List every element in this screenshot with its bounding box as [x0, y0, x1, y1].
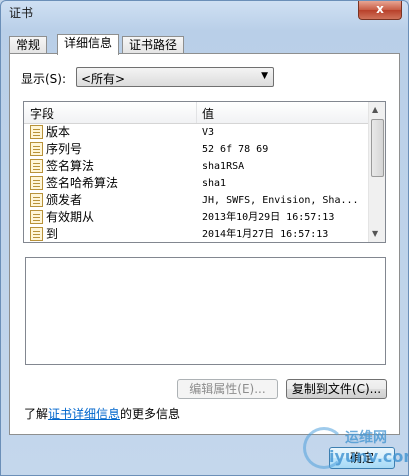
- scroll-down-arrow-icon[interactable]: ▼: [372, 229, 378, 238]
- edit-properties-button[interactable]: 编辑属性(E)...: [177, 379, 278, 399]
- learn-more-suffix: 的更多信息: [120, 407, 181, 421]
- field-value: 52 6f 78 69: [202, 144, 269, 155]
- learn-more-prefix: 了解: [24, 407, 49, 421]
- chevron-down-icon: ▼: [261, 71, 268, 81]
- list-item[interactable]: 到 2014年1月27日 16:57:13: [24, 226, 368, 242]
- tab-certification-path[interactable]: 证书路径: [122, 36, 185, 54]
- copy-to-file-button[interactable]: 复制到文件(C)...: [286, 379, 387, 399]
- tab-details[interactable]: 详细信息: [57, 34, 120, 55]
- certificate-field-icon: [30, 125, 43, 139]
- field-value: 2014年1月27日 16:57:13: [202, 229, 329, 240]
- field-name: 签名算法: [46, 159, 95, 173]
- field-name: 有效期从: [46, 210, 95, 224]
- certificate-field-icon: [30, 193, 43, 207]
- certificate-field-icon: [30, 227, 43, 241]
- column-header-field[interactable]: 字段: [30, 105, 54, 122]
- scroll-up-arrow-icon[interactable]: ▲: [372, 105, 378, 114]
- certificate-window: 证书 x 常规 详细信息 证书路径 显示(S): <所有> ▼ 字段 值 版本 …: [0, 0, 409, 476]
- certificate-field-icon: [30, 210, 43, 224]
- window-title: 证书: [9, 6, 34, 20]
- show-label: 显示(S):: [21, 72, 67, 86]
- field-value: sha1: [202, 178, 227, 189]
- certificate-field-icon: [30, 142, 43, 156]
- details-panel: 显示(S): <所有> ▼ 字段 值 版本 V3 序列号 52 6f 78 69: [9, 53, 400, 435]
- list-header: 字段 值: [24, 102, 368, 124]
- ok-button[interactable]: 确定: [329, 447, 395, 469]
- certificate-field-icon: [30, 176, 43, 190]
- field-name: 到: [46, 227, 59, 241]
- column-header-value[interactable]: 值: [202, 105, 214, 122]
- field-value: 2013年10月29日 16:57:13: [202, 212, 335, 223]
- list-item[interactable]: 序列号 52 6f 78 69: [24, 141, 368, 158]
- field-value: sha1RSA: [202, 161, 245, 172]
- field-detail-textbox[interactable]: [25, 257, 386, 365]
- list-item[interactable]: 签名哈希算法 sha1: [24, 175, 368, 192]
- list-item[interactable]: 版本 V3: [24, 124, 368, 141]
- certificate-field-icon: [30, 159, 43, 173]
- learn-more-text: 了解证书详细信息的更多信息: [24, 405, 180, 422]
- list-item[interactable]: 有效期从 2013年10月29日 16:57:13: [24, 209, 368, 226]
- certificate-details-link[interactable]: 证书详细信息: [48, 407, 120, 421]
- list-item[interactable]: 颁发者 JH, SWFS, Envision, Sha...: [24, 192, 368, 209]
- column-divider[interactable]: [196, 102, 197, 123]
- field-name: 版本: [46, 125, 71, 139]
- scrollbar-thumb[interactable]: [371, 119, 384, 177]
- list-item[interactable]: 签名算法 sha1RSA: [24, 158, 368, 175]
- field-value: JH, SWFS, Envision, Sha...: [202, 195, 359, 206]
- close-button[interactable]: x: [358, 1, 402, 20]
- close-icon: x: [376, 2, 384, 16]
- field-list[interactable]: 字段 值 版本 V3 序列号 52 6f 78 69 签名算法 sha1RSA: [23, 101, 386, 243]
- field-name: 签名哈希算法: [46, 176, 119, 190]
- field-name: 颁发者: [46, 193, 83, 207]
- show-select[interactable]: <所有> ▼: [76, 67, 274, 87]
- tab-general[interactable]: 常规: [9, 36, 48, 54]
- field-name: 序列号: [46, 142, 83, 156]
- list-scrollbar[interactable]: ▲ ▼: [368, 102, 385, 242]
- field-value: V3: [202, 127, 215, 138]
- show-select-value: <所有>: [81, 72, 126, 86]
